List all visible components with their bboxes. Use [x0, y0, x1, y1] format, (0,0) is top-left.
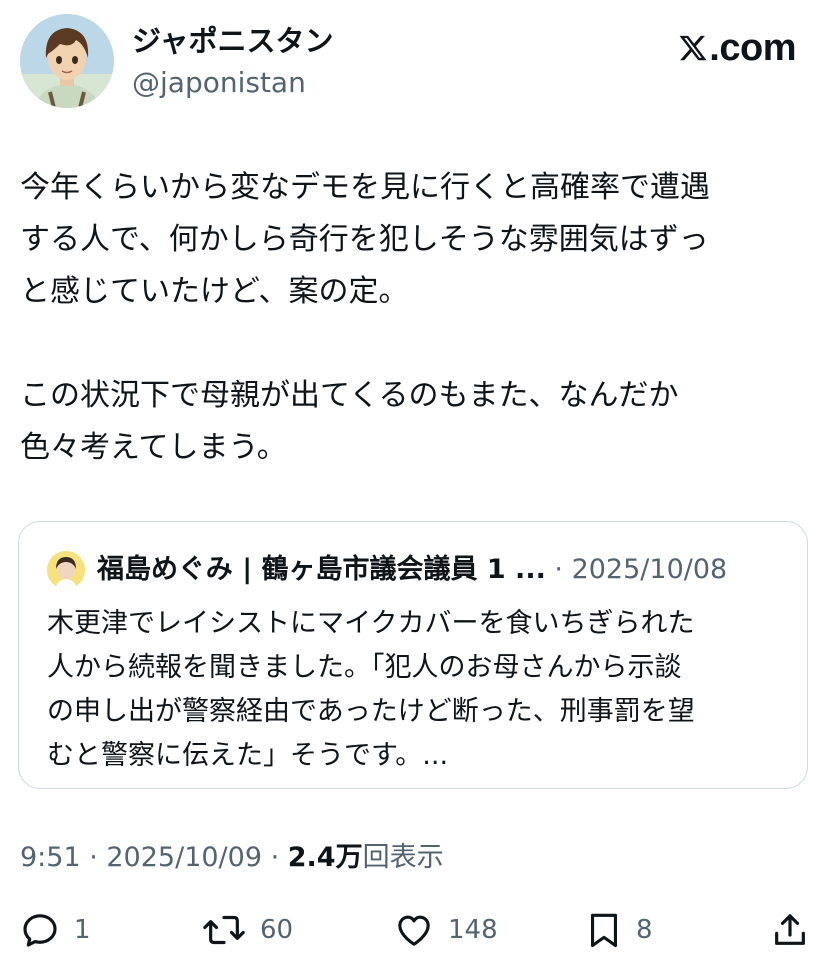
woman-avatar-icon: [47, 551, 85, 589]
bookmark-icon: [590, 913, 618, 948]
retweet-count: 60: [260, 915, 294, 945]
share-icon: [775, 914, 805, 945]
quote-author-name: 福島めぐみ | 鶴ヶ島市議会議員 1 ...: [97, 554, 546, 585]
reply-button[interactable]: 1: [20, 905, 91, 955]
quote-author-avatar: [47, 551, 85, 589]
quote-separator: ·: [545, 554, 572, 585]
tweet-meta: 9:51 · 2025/10/09 · 2.4万回表示: [20, 840, 444, 876]
like-count: 148: [448, 915, 498, 945]
reply-count: 1: [74, 915, 91, 945]
quote-header: 福島めぐみ | 鶴ヶ島市議会議員 1 ... · 2025/10/08: [97, 552, 727, 588]
brand-domain: .com: [709, 27, 796, 69]
tweet-text: 今年くらいから変なデモを見に行くと高確率で遭遇 する人で、何かしら奇行を犯しそう…: [20, 170, 710, 465]
share-button[interactable]: [770, 905, 810, 955]
bookmark-count: 8: [636, 915, 653, 945]
quote-date: 2025/10/08: [571, 554, 728, 585]
heart-icon: [398, 915, 430, 946]
quoted-tweet-card[interactable]: 福島めぐみ | 鶴ヶ島市議会議員 1 ... · 2025/10/08 木更津で…: [18, 521, 808, 789]
x-logo-icon: [679, 35, 707, 61]
tweet-header: ジャポニスタン @japonistan .com: [20, 14, 810, 114]
author-display-name[interactable]: ジャポニスタン: [132, 24, 334, 58]
views-count: 2.4万: [287, 842, 363, 873]
author-avatar[interactable]: [20, 14, 114, 108]
views-label: 回表示: [362, 842, 444, 873]
like-button[interactable]: 148: [394, 905, 498, 955]
reply-icon: [23, 914, 57, 947]
tweet-timestamp[interactable]: 9:51 · 2025/10/09 ·: [20, 842, 288, 873]
retweet-icon: [203, 915, 245, 945]
bookmark-button[interactable]: 8: [586, 905, 653, 955]
action-bar: 1 60 148 8: [20, 905, 810, 955]
author-handle[interactable]: @japonistan: [132, 66, 306, 100]
quote-text: 木更津でレイシストにマイクカバーを食いちぎられた 人から続報を聞きました。「犯人…: [47, 608, 695, 771]
brand-logo: .com: [678, 26, 796, 70]
anime-boy-avatar-icon: [20, 14, 114, 108]
retweet-button[interactable]: 60: [202, 905, 293, 955]
